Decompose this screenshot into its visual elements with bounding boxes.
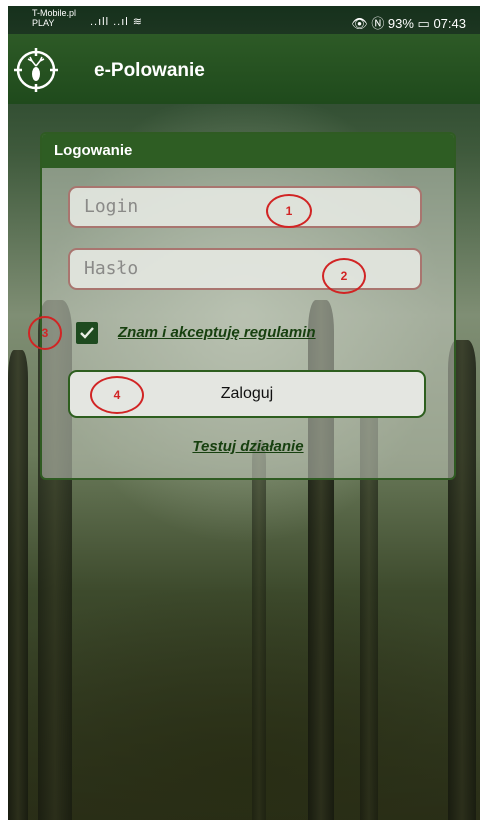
annotation-marker-4: 4 (90, 376, 144, 414)
login-input[interactable]: Login (68, 186, 422, 228)
status-right-info: 👁 Ⓝ 93% ▭ 07:43 (351, 16, 466, 31)
tree-decoration (252, 440, 266, 820)
card-title: Logowanie (42, 134, 454, 168)
app-title: e-Polowanie (94, 60, 205, 81)
login-card: Logowanie Login Hasło Znam i akceptuję r… (28, 132, 456, 480)
carrier-name-2: PLAY (32, 18, 55, 28)
deer-crosshair-logo-icon (14, 48, 58, 92)
tree-decoration (8, 350, 28, 820)
test-demo-link[interactable]: Testuj działanie (42, 438, 454, 455)
password-input[interactable]: Hasło (68, 248, 422, 290)
checkmark-icon (80, 327, 94, 339)
signal-icon: ..ıll ..ıl ≋ (90, 16, 143, 28)
carrier-name: T-Mobile.pl (32, 8, 77, 18)
carrier-text: T-Mobile.pl PLAY (32, 8, 76, 28)
annotation-marker-2: 2 (322, 258, 366, 294)
annotation-marker-1: 1 (266, 194, 312, 228)
password-placeholder: Hasło (84, 258, 139, 279)
status-bar: T-Mobile.pl PLAY ..ıll ..ıl ≋ 👁 Ⓝ 93% ▭ … (8, 6, 480, 34)
terms-link[interactable]: Znam i akceptuję regulamin (118, 324, 316, 341)
login-placeholder: Login (84, 196, 139, 217)
terms-checkbox[interactable] (76, 322, 98, 344)
annotation-marker-3: 3 (28, 316, 62, 350)
app-screen: T-Mobile.pl PLAY ..ıll ..ıl ≋ 👁 Ⓝ 93% ▭ … (8, 6, 480, 820)
app-bar: e-Polowanie (8, 34, 480, 104)
